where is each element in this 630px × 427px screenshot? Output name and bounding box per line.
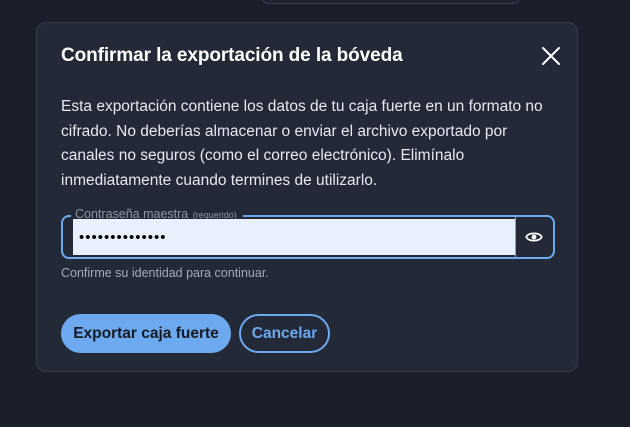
close-button[interactable] — [536, 41, 566, 71]
background-bar — [262, 0, 520, 4]
export-confirm-dialog: Confirmar la exportación de la bóveda Es… — [36, 22, 578, 372]
cancel-button[interactable]: Cancelar — [239, 314, 330, 353]
toggle-visibility-button[interactable] — [523, 226, 545, 248]
dialog-title: Confirmar la exportación de la bóveda — [61, 45, 403, 66]
field-divider — [515, 217, 516, 257]
export-vault-button[interactable]: Exportar caja fuerte — [61, 314, 231, 353]
close-icon — [542, 47, 560, 65]
dialog-message: Esta exportación contiene los datos de t… — [61, 98, 543, 189]
master-password-input[interactable] — [73, 219, 515, 255]
master-password-field: Contraseña maestra (requerido) — [61, 206, 555, 259]
eye-icon — [525, 232, 543, 242]
field-hint: Confirme su identidad para continuar. — [61, 266, 269, 280]
